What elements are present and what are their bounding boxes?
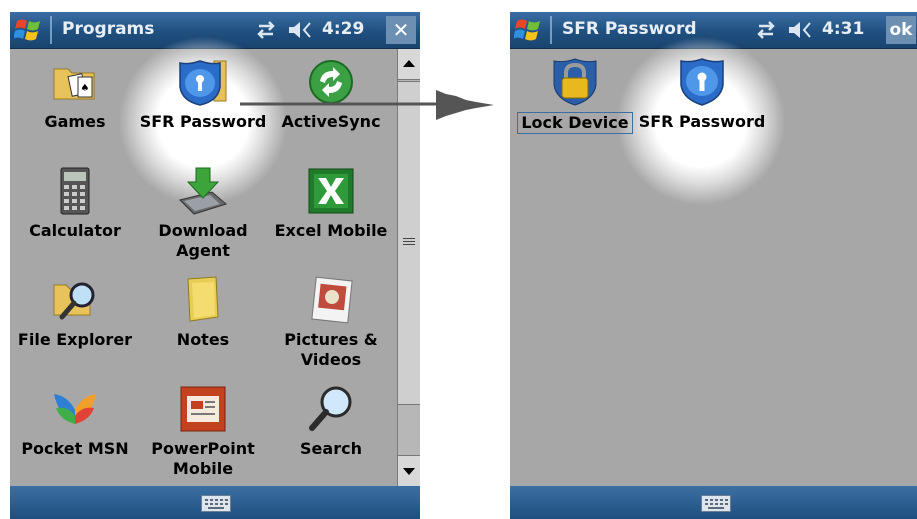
windows-start-icon[interactable] bbox=[514, 16, 544, 44]
arrow-down-icon bbox=[403, 468, 415, 475]
program-excel-mobile[interactable]: Excel Mobile bbox=[266, 166, 396, 241]
scroll-down-button[interactable] bbox=[398, 455, 420, 486]
search-icon bbox=[306, 384, 356, 434]
volume-icon[interactable] bbox=[786, 18, 814, 42]
powerpoint-mobile-icon bbox=[178, 384, 228, 434]
games-icon: ♠ bbox=[50, 57, 100, 107]
menu-bar bbox=[10, 486, 420, 519]
item-label: Pocket MSN bbox=[21, 439, 129, 458]
calculator-icon bbox=[50, 166, 100, 216]
keyboard-icon[interactable] bbox=[701, 495, 731, 512]
connectivity-icon[interactable] bbox=[253, 18, 279, 42]
notes-icon bbox=[178, 275, 228, 325]
sfr-password-screen: SFR Password 4:31 ok Lock Device SFR Pas… bbox=[510, 12, 917, 519]
pocket-msn-icon bbox=[50, 384, 100, 434]
item-label: Search bbox=[300, 439, 362, 458]
pictures-videos-icon bbox=[306, 275, 356, 325]
ok-button[interactable]: ok bbox=[886, 16, 916, 44]
program-search[interactable]: Search bbox=[266, 384, 396, 459]
window-title: Programs bbox=[62, 19, 155, 39]
program-file-explorer[interactable]: File Explorer bbox=[10, 275, 140, 350]
close-button[interactable]: ✕ bbox=[386, 16, 416, 44]
item-label: Lock Device bbox=[510, 112, 640, 134]
arrow-up-icon bbox=[403, 60, 415, 67]
program-download-agent[interactable]: Download Agent bbox=[138, 166, 268, 261]
program-lock-device[interactable]: Lock Device bbox=[510, 57, 640, 134]
item-label: Download Agent bbox=[158, 221, 248, 260]
svg-text:♠: ♠ bbox=[81, 83, 90, 94]
item-label: PowerPoint Mobile bbox=[151, 439, 255, 478]
item-label: Pictures & Videos bbox=[284, 330, 378, 369]
program-sfr-password[interactable]: SFR Password bbox=[637, 57, 767, 132]
item-label: Calculator bbox=[29, 221, 121, 240]
windows-start-icon[interactable] bbox=[14, 16, 44, 44]
menu-bar bbox=[510, 486, 917, 519]
transition-arrow bbox=[240, 90, 494, 120]
title-separator bbox=[50, 16, 52, 44]
program-powerpoint-mobile[interactable]: PowerPoint Mobile bbox=[138, 384, 268, 479]
window-title: SFR Password bbox=[562, 19, 697, 39]
program-games[interactable]: ♠ Games bbox=[10, 57, 140, 132]
connectivity-icon[interactable] bbox=[753, 18, 779, 42]
sfr-password-icon bbox=[677, 57, 727, 107]
scroll-up-button[interactable] bbox=[398, 49, 420, 80]
scroll-thumb[interactable] bbox=[398, 81, 420, 405]
keyboard-icon[interactable] bbox=[201, 495, 231, 512]
program-calculator[interactable]: Calculator bbox=[10, 166, 140, 241]
item-label: SFR Password bbox=[638, 112, 766, 131]
focused-label: Lock Device bbox=[517, 112, 633, 134]
excel-mobile-icon bbox=[306, 166, 356, 216]
lock-device-icon bbox=[550, 57, 600, 107]
title-separator bbox=[550, 16, 552, 44]
file-explorer-icon bbox=[50, 275, 100, 325]
download-agent-icon bbox=[178, 166, 228, 216]
sfr-password-icon bbox=[178, 57, 228, 107]
clock[interactable]: 4:29 bbox=[322, 19, 364, 39]
program-notes[interactable]: Notes bbox=[138, 275, 268, 350]
program-pocket-msn[interactable]: Pocket MSN bbox=[10, 384, 140, 459]
item-label: File Explorer bbox=[17, 330, 133, 349]
item-label: Notes bbox=[176, 330, 230, 349]
program-pictures-videos[interactable]: Pictures & Videos bbox=[266, 275, 396, 370]
item-label: Excel Mobile bbox=[274, 221, 388, 240]
item-label: Games bbox=[44, 112, 106, 131]
volume-icon[interactable] bbox=[286, 18, 314, 42]
clock[interactable]: 4:31 bbox=[822, 19, 864, 39]
